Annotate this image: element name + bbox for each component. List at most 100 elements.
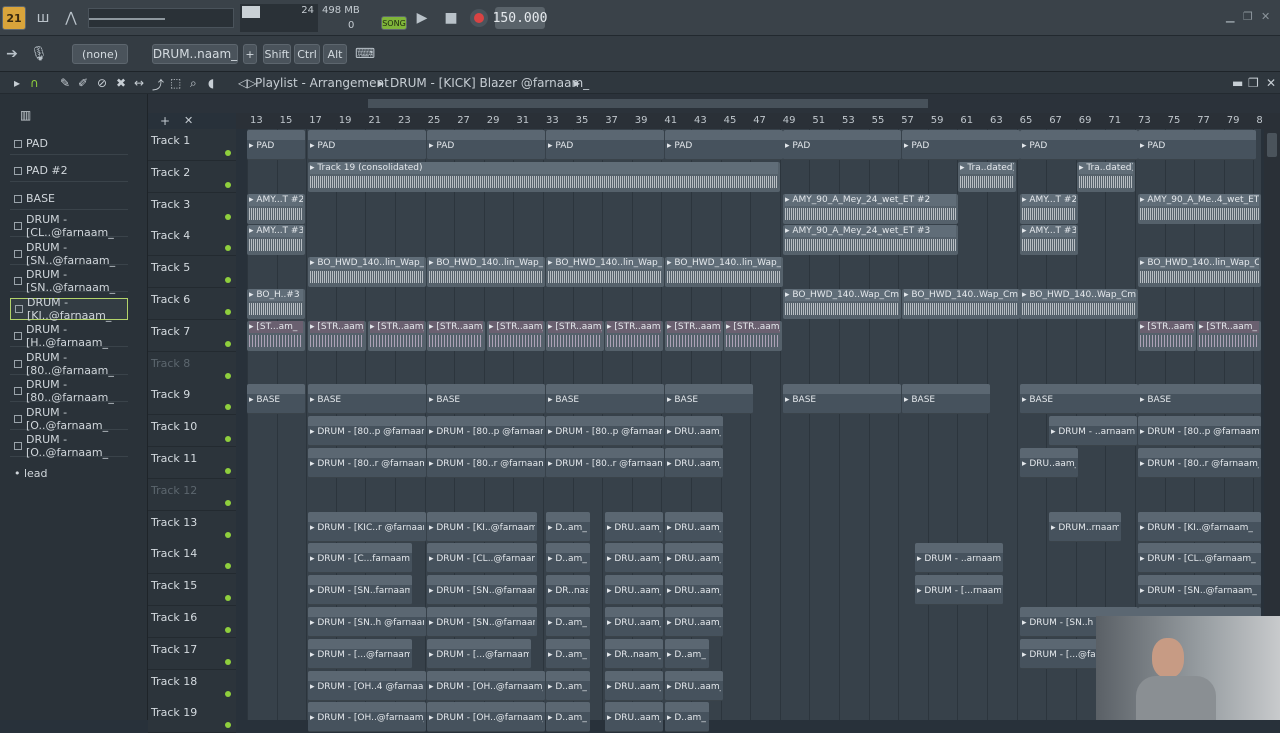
playlist-clip[interactable]: ▸ BO_HWD_140..lin_Wap_Cm: [427, 257, 545, 288]
close-track-icon[interactable]: ✕: [184, 114, 193, 127]
playlist-clip[interactable]: ▸ DR..naam_: [605, 638, 663, 669]
playlist-clip[interactable]: ▸ D..am_: [546, 702, 590, 733]
playlist-clip[interactable]: ▸ [STR..aam_: [368, 320, 426, 351]
close-icon[interactable]: ✕: [1261, 10, 1270, 23]
playlist-clip[interactable]: ▸ DRUM - [80..r @farnaam_: [308, 448, 426, 478]
playlist-clip[interactable]: ▸ BASE: [427, 384, 545, 415]
playlist-clip[interactable]: ▸ AMY_90_A_Mey_24_wet_ET #2: [783, 193, 958, 224]
track-mute-led[interactable]: [225, 213, 231, 220]
playlist-clip[interactable]: ▸ DRUM - [80..r @farnaam_: [546, 448, 664, 478]
restore-icon[interactable]: ❐: [1243, 10, 1253, 23]
playlist-clip[interactable]: ▸ [STR..aam_: [308, 320, 366, 351]
playlist-clip[interactable]: ▸ DRUM - [KIC..r @farnaam_: [308, 511, 426, 542]
pattern-name-field[interactable]: DRUM..naam_: [152, 44, 238, 64]
playlist-clip[interactable]: ▸ Tra..dated): [958, 161, 1016, 192]
typing-keyboard-icon[interactable]: ⌨: [354, 44, 376, 64]
playlist-clip[interactable]: ▸ DRUM - [CL..@farnaam_: [1138, 543, 1261, 574]
playlist-clip[interactable]: ▸ BASE: [902, 384, 990, 415]
pattern-item[interactable]: BASE: [10, 188, 128, 210]
playlist-clip[interactable]: ▸ DRU..aam_: [665, 607, 723, 637]
pattern-item[interactable]: PAD #2: [10, 160, 128, 182]
playlist-clip[interactable]: ▸ DRU..aam_: [665, 448, 723, 478]
playlist-clip[interactable]: ▸ DRUM - ..arnaam_: [915, 543, 1003, 574]
track-mute-led[interactable]: [225, 340, 231, 347]
track-mute-led[interactable]: [225, 372, 231, 379]
playlist-clip[interactable]: ▸ D..am_: [546, 638, 590, 669]
playlist-clip[interactable]: ▸ Track 19 (consolidated): [308, 161, 780, 192]
alt-key[interactable]: Alt: [323, 44, 347, 64]
playlist-clip[interactable]: ▸ BASE: [783, 384, 901, 415]
track-mute-led[interactable]: [225, 150, 231, 156]
playlist-clip[interactable]: ▸ PAD: [783, 130, 901, 160]
playlist-clip[interactable]: ▸ DRU..aam_: [605, 575, 663, 606]
playlist-clip[interactable]: ▸ DRUM - [SN..@farnaam_: [427, 607, 537, 637]
track-mute-led[interactable]: [225, 309, 231, 315]
playlist-clip[interactable]: ▸ D..am_: [546, 511, 590, 542]
version-badge[interactable]: 21: [2, 6, 26, 30]
track-header[interactable]: Track 17: [148, 637, 236, 670]
pattern-item[interactable]: DRUM - [O..@farnaam_: [10, 406, 128, 432]
playlist-clip[interactable]: ▸ DRUM - [KI..@farnaam_: [427, 511, 537, 542]
playlist-clip[interactable]: ▸ AMY_90_A_Me..4_wet_ET #2: [1138, 193, 1261, 224]
playlist-clip[interactable]: ▸ PAD: [902, 130, 1020, 160]
playlist-clip[interactable]: ▸ BO_HWD_140..lin_Wap_Cm: [546, 257, 664, 288]
track-header[interactable]: Track 6: [148, 288, 236, 320]
pattern-item[interactable]: DRUM - [O..@farnaam_: [10, 433, 128, 459]
playlist-clip[interactable]: ▸ DRU..aam_: [665, 670, 723, 701]
track-header[interactable]: Track 14: [148, 542, 236, 575]
playlist-clip[interactable]: ▸ BO_HWD_140..Wap_Cm #3: [1020, 289, 1138, 319]
playlist-clip[interactable]: ▸ [STR..aam_: [605, 320, 663, 351]
playlist-clip[interactable]: ▸ DRUM - [OH..@farnaam_: [427, 670, 545, 701]
song-mode-button[interactable]: SONG: [381, 16, 407, 30]
playlist-clip[interactable]: ▸ PAD: [665, 130, 783, 160]
track-header[interactable]: Track 16: [148, 606, 236, 638]
track-header[interactable]: Track 18: [148, 669, 236, 702]
playlist-clip[interactable]: ▸ [STR..aam_: [665, 320, 723, 351]
track-mute-led[interactable]: [225, 436, 231, 443]
playlist-clip[interactable]: ▸ PAD: [427, 130, 545, 160]
track-header[interactable]: Track 12: [148, 478, 236, 511]
select-icon[interactable]: ⬚: [170, 76, 181, 90]
playlist-clip[interactable]: ▸ DRUM..rnaam_: [1049, 511, 1121, 542]
playlist-clip[interactable]: ▸ [ST...am_: [247, 320, 305, 351]
play-icon[interactable]: ▶: [411, 8, 433, 28]
playlist-clip[interactable]: ▸ DRUM - [CL..@farnaam_: [427, 543, 537, 574]
playlist-clip[interactable]: ▸ DRUM - [SN..h @farnaam_: [308, 607, 426, 637]
track-mute-led[interactable]: [225, 722, 231, 729]
ctrl-key[interactable]: Ctrl: [294, 44, 320, 64]
track-header[interactable]: Track 5: [148, 256, 236, 289]
track-mute-led[interactable]: [225, 531, 231, 538]
pattern-item[interactable]: DRUM - [H..@farnaam_: [10, 323, 128, 349]
playlist-clip[interactable]: ▸ BO_HWD_140..lin_Wap_Cm: [665, 257, 783, 288]
playlist-clip[interactable]: ▸ BASE: [308, 384, 426, 415]
playback-icon[interactable]: ◖: [208, 76, 214, 90]
playlist-clip[interactable]: ▸ BO_HWD_140..Wap_Cm #3: [783, 289, 901, 319]
track-mute-led[interactable]: [225, 468, 231, 474]
playlist-minimize-icon[interactable]: ▬: [1232, 76, 1243, 90]
master-volume-slider[interactable]: [88, 8, 234, 28]
playlist-clip[interactable]: ▸ BASE: [1138, 384, 1261, 415]
track-header[interactable]: Track 19: [148, 701, 236, 733]
playlist-clip[interactable]: ▸ PAD: [308, 130, 426, 160]
track-header[interactable]: Track 1: [148, 129, 236, 161]
playlist-clip[interactable]: ▸ [STR..aam_: [487, 320, 545, 351]
playlist-clip[interactable]: ▸ AMY...T #3: [1020, 225, 1078, 256]
paint-icon[interactable]: ✐: [78, 76, 88, 90]
playlist-clip[interactable]: ▸ DRUM - [SN..@farnaam_: [427, 575, 537, 606]
playlist-clip[interactable]: ▸ D..am_: [665, 638, 709, 669]
slice-icon[interactable]: ⤴: [152, 76, 164, 93]
playlist-clip[interactable]: ▸ DR..naam_: [546, 575, 590, 606]
playlist-clip[interactable]: ▸ DRUM - [80..p @farnaam_: [546, 416, 664, 447]
playlist-clip[interactable]: ▸ DRUM - [C...farnaam_: [308, 543, 412, 574]
playlist-clip[interactable]: ▸ AMY_90_A_Mey_24_wet_ET #3: [783, 225, 958, 256]
playlist-clip[interactable]: ▸ DRUM - [80..r @farnaam_: [1138, 448, 1261, 478]
playlist-clip[interactable]: ▸ DRUM - [OH..@farnaam_: [427, 702, 545, 733]
playlist-clip[interactable]: ▸ [STR..aam_: [1138, 320, 1196, 351]
playlist-clip[interactable]: ▸ AMY...T #2: [1020, 193, 1078, 224]
playlist-clip[interactable]: ▸ [STR..aam_: [427, 320, 485, 351]
playlist-clip[interactable]: ▸ [STR..aam_: [1197, 320, 1261, 351]
playlist-clip[interactable]: ▸ Tra..dated): [1077, 161, 1135, 192]
menu-arrow-icon[interactable]: ▸: [14, 76, 20, 90]
track-mute-led[interactable]: [225, 595, 231, 602]
playlist-clip[interactable]: ▸ PAD: [1138, 130, 1256, 160]
